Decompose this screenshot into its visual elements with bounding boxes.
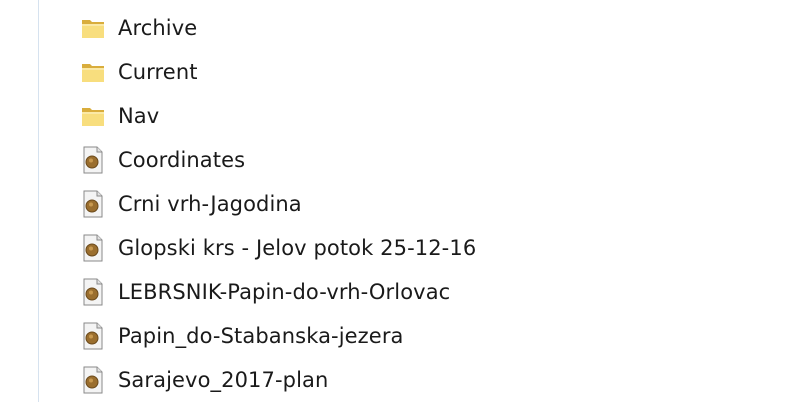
item-label: Sarajevo_2017-plan [118,368,329,392]
list-item-file[interactable]: LEBRSNIK-Papin-do-vrh-Orlovac [78,270,484,314]
file-list: Archive Current Nav Coordinates Crni vrh… [78,6,484,402]
list-item-file[interactable]: Crni vrh-Jagodina [78,182,484,226]
item-label: LEBRSNIK-Papin-do-vrh-Orlovac [118,280,451,304]
list-item-file[interactable]: Sarajevo_2017-plan [78,358,484,402]
item-label: Glopski krs - Jelov potok 25-12-16 [118,236,477,260]
list-item-folder[interactable]: Nav [78,94,484,138]
document-icon [78,365,108,395]
document-icon [78,145,108,175]
folder-icon [78,13,108,43]
list-item-file[interactable]: Glopski krs - Jelov potok 25-12-16 [78,226,484,270]
pane-divider [38,0,39,402]
document-icon [78,321,108,351]
document-icon [78,233,108,263]
list-item-folder[interactable]: Archive [78,6,484,50]
item-label: Nav [118,104,160,128]
list-item-file[interactable]: Coordinates [78,138,484,182]
file-explorer-pane: Archive Current Nav Coordinates Crni vrh… [0,0,800,402]
item-label: Current [118,60,198,84]
list-item-file[interactable]: Papin_do-Stabanska-jezera [78,314,484,358]
folder-icon [78,57,108,87]
item-label: Crni vrh-Jagodina [118,192,302,216]
item-label: Archive [118,16,198,40]
list-item-folder[interactable]: Current [78,50,484,94]
document-icon [78,189,108,219]
folder-icon [78,101,108,131]
document-icon [78,277,108,307]
item-label: Coordinates [118,148,246,172]
item-label: Papin_do-Stabanska-jezera [118,324,404,348]
